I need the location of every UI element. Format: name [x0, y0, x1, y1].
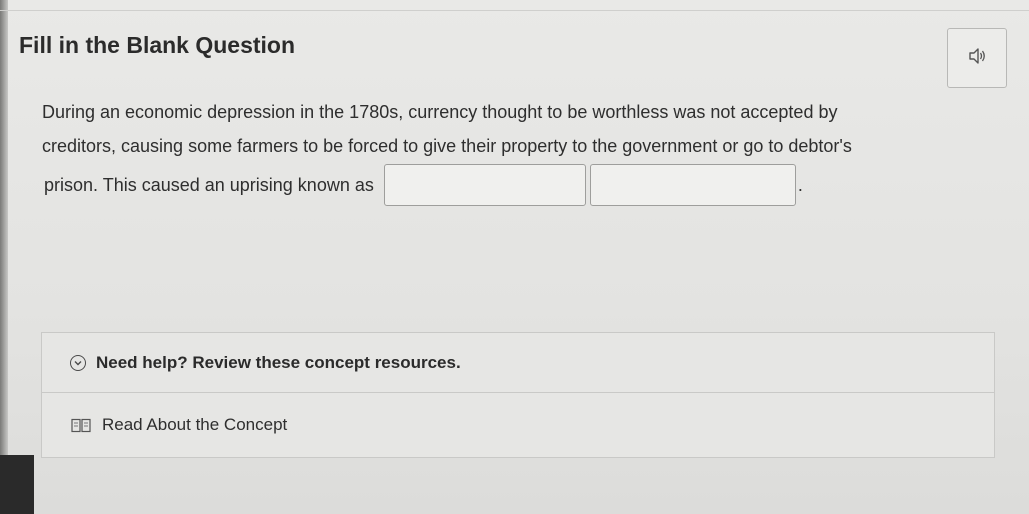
screen-corner: [0, 455, 34, 514]
read-about-concept-link[interactable]: Read About the Concept: [70, 415, 287, 435]
question-text: During an economic depression in the 178…: [42, 95, 962, 163]
page: Fill in the Blank Question During an eco…: [0, 0, 1029, 514]
sentence-period: .: [797, 174, 803, 195]
screen-edge: [0, 0, 8, 514]
help-header-label: Need help? Review these concept resource…: [96, 352, 461, 372]
chevron-down-icon: [70, 354, 86, 371]
help-panel: Need help? Review these concept resource…: [41, 332, 995, 458]
blank-input-2[interactable]: [589, 164, 796, 206]
top-divider: [0, 10, 1029, 11]
question-line-1: During an economic depression in the 178…: [42, 102, 838, 122]
book-icon: [70, 417, 92, 433]
help-header-toggle[interactable]: Need help? Review these concept resource…: [42, 333, 994, 393]
blank-row: prison. This caused an uprising known as…: [44, 162, 803, 208]
read-about-concept-label: Read About the Concept: [102, 415, 288, 434]
question-line-3: prison. This caused an uprising known as: [44, 174, 374, 195]
blank-input-1[interactable]: [383, 164, 586, 206]
audio-button[interactable]: [947, 28, 1007, 88]
speaker-icon: [967, 47, 987, 69]
question-title: Fill in the Blank Question: [19, 32, 296, 58]
question-line-2: creditors, causing some farmers to be fo…: [42, 136, 852, 156]
